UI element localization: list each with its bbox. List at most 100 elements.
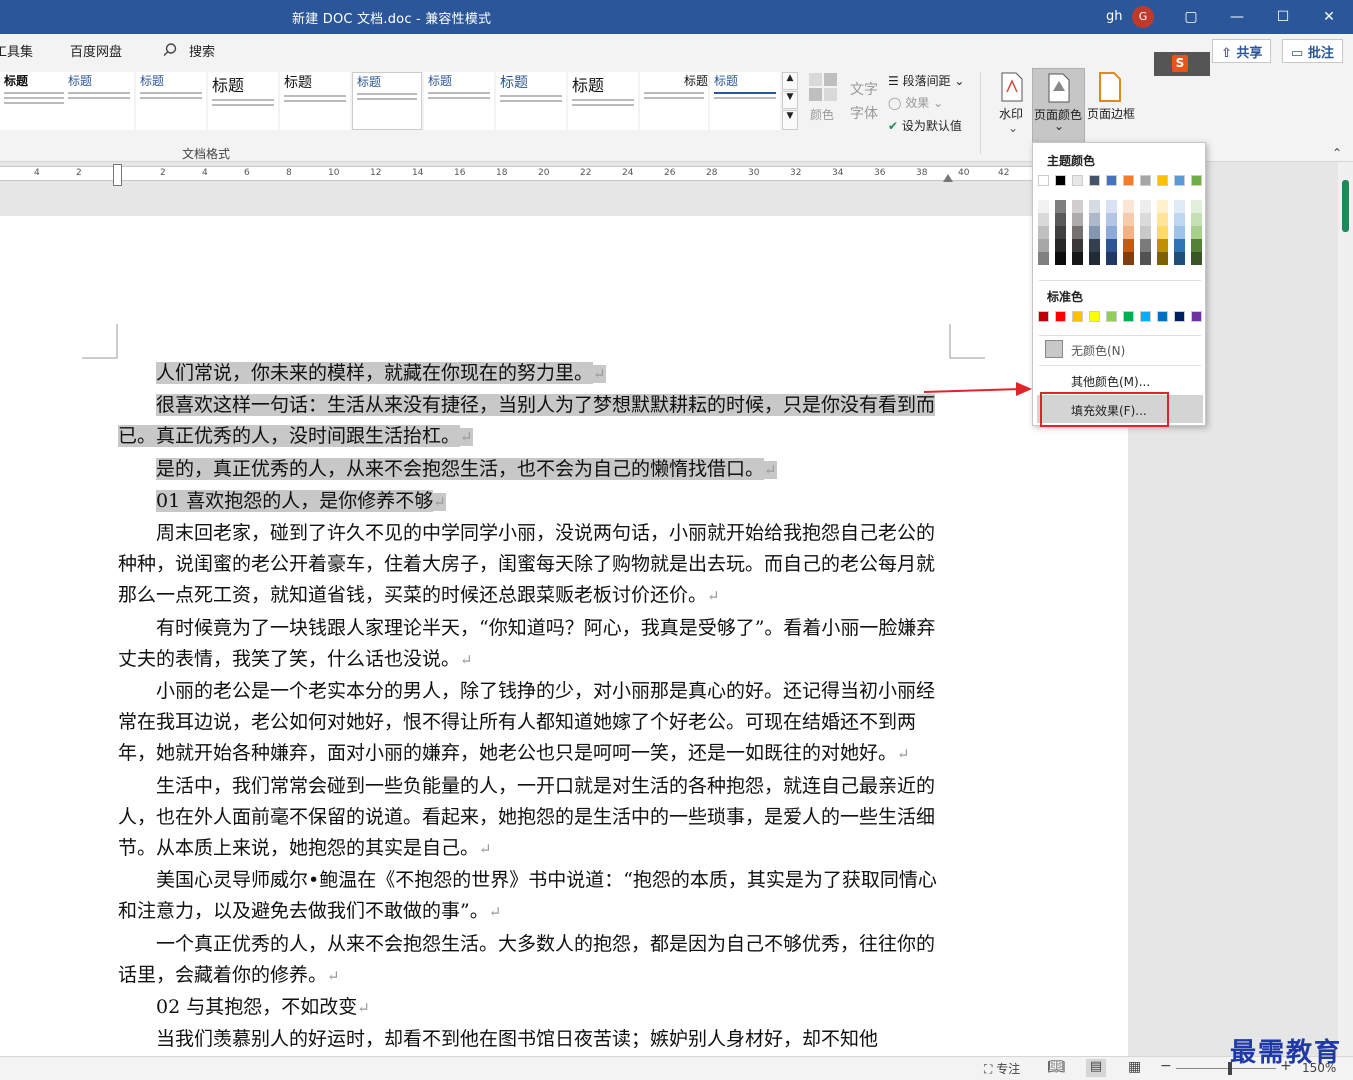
watermark-icon[interactable] bbox=[1000, 72, 1024, 102]
read-mode-icon[interactable]: 📖︎ bbox=[1047, 1059, 1065, 1075]
watermark-button[interactable]: 水印 bbox=[999, 105, 1023, 122]
color-swatch[interactable] bbox=[1174, 239, 1185, 252]
color-swatch[interactable] bbox=[1089, 213, 1100, 226]
color-swatch[interactable] bbox=[1157, 175, 1168, 186]
colors-icon[interactable] bbox=[808, 72, 838, 102]
color-swatch[interactable] bbox=[1072, 200, 1083, 213]
color-swatch[interactable] bbox=[1140, 311, 1151, 322]
gallery-more-button[interactable]: ▼ bbox=[782, 110, 798, 130]
gallery-style[interactable]: 标题 bbox=[568, 72, 638, 130]
minimize-button[interactable]: — bbox=[1222, 4, 1252, 30]
fonts-button[interactable]: 文字 字体 bbox=[850, 78, 880, 126]
color-swatch[interactable] bbox=[1089, 226, 1100, 239]
color-swatch[interactable] bbox=[1157, 239, 1168, 252]
print-layout-icon[interactable]: ▤ bbox=[1086, 1059, 1106, 1077]
color-swatch[interactable] bbox=[1038, 239, 1049, 252]
color-swatch[interactable] bbox=[1089, 239, 1100, 252]
color-swatch[interactable] bbox=[1072, 311, 1083, 322]
color-swatch[interactable] bbox=[1191, 239, 1202, 252]
color-swatch[interactable] bbox=[1106, 311, 1117, 322]
color-swatch[interactable] bbox=[1191, 200, 1202, 213]
color-swatch[interactable] bbox=[1038, 200, 1049, 213]
maximize-button[interactable]: ☐ bbox=[1268, 4, 1298, 30]
color-swatch[interactable] bbox=[1089, 252, 1100, 265]
color-swatch[interactable] bbox=[1157, 226, 1168, 239]
color-swatch[interactable] bbox=[1174, 226, 1185, 239]
color-swatch[interactable] bbox=[1123, 213, 1134, 226]
gallery-scroll-down[interactable]: ▼ bbox=[782, 91, 798, 109]
color-swatch[interactable] bbox=[1123, 175, 1134, 186]
gallery-scroll-up[interactable]: ▲ bbox=[782, 72, 798, 90]
document-body[interactable]: 人们常说，你未来的模样，就藏在你现在的努力里。↵ 很喜欢这样一句话：生活从来没有… bbox=[118, 358, 948, 1048]
zoom-out-button[interactable]: − bbox=[1160, 1058, 1172, 1074]
color-swatch[interactable] bbox=[1072, 213, 1083, 226]
color-swatch[interactable] bbox=[1038, 252, 1049, 265]
indent-marker-icon[interactable] bbox=[113, 164, 122, 186]
color-swatch[interactable] bbox=[1055, 213, 1066, 226]
close-button[interactable]: ✕ bbox=[1314, 4, 1344, 30]
color-swatch[interactable] bbox=[1157, 311, 1168, 322]
color-swatch[interactable] bbox=[1123, 200, 1134, 213]
color-swatch[interactable] bbox=[1106, 252, 1117, 265]
ribbon-display-icon[interactable]: ▢ bbox=[1176, 4, 1206, 30]
color-swatch[interactable] bbox=[1072, 239, 1083, 252]
chevron-down-icon[interactable]: ⌄ bbox=[1008, 121, 1018, 135]
color-swatch[interactable] bbox=[1123, 252, 1134, 265]
color-swatch[interactable] bbox=[1140, 213, 1151, 226]
color-swatch[interactable] bbox=[1089, 175, 1100, 186]
gallery-style[interactable]: 标题 bbox=[496, 72, 566, 130]
gallery-style[interactable]: 标题 bbox=[352, 72, 422, 130]
page-color-button[interactable]: 页面颜色 ⌄ bbox=[1032, 68, 1085, 144]
color-swatch[interactable] bbox=[1106, 239, 1117, 252]
color-swatch[interactable] bbox=[1072, 252, 1083, 265]
gallery-style[interactable]: 标题 bbox=[640, 72, 708, 130]
color-swatch[interactable] bbox=[1174, 200, 1185, 213]
gallery-style[interactable]: 标题 bbox=[0, 72, 70, 130]
gallery-style[interactable]: 标题 bbox=[208, 72, 278, 130]
color-swatch[interactable] bbox=[1140, 252, 1151, 265]
color-swatch[interactable] bbox=[1123, 311, 1134, 322]
color-swatch[interactable] bbox=[1191, 175, 1202, 186]
ime-toolbar[interactable]: S bbox=[1154, 52, 1210, 76]
comments-button[interactable]: ▭ 批注 bbox=[1282, 39, 1343, 63]
share-button[interactable]: ⇧ 共享 bbox=[1212, 39, 1272, 63]
color-swatch[interactable] bbox=[1157, 252, 1168, 265]
color-swatch[interactable] bbox=[1089, 311, 1100, 322]
gallery-style[interactable]: 标题 bbox=[64, 72, 134, 130]
page-border-button[interactable]: 页面边框 bbox=[1087, 105, 1135, 122]
tab-baidu-netdisk[interactable]: 百度网盘 bbox=[70, 41, 122, 60]
colors-button[interactable]: 颜色 bbox=[810, 106, 834, 123]
color-swatch[interactable] bbox=[1157, 213, 1168, 226]
tab-toolset[interactable]: 工具集 bbox=[0, 41, 33, 60]
color-swatch[interactable] bbox=[1106, 200, 1117, 213]
color-swatch[interactable] bbox=[1055, 311, 1066, 322]
color-swatch[interactable] bbox=[1089, 200, 1100, 213]
color-swatch[interactable] bbox=[1174, 311, 1185, 322]
gallery-style[interactable]: 标题 bbox=[280, 72, 350, 130]
color-swatch[interactable] bbox=[1038, 226, 1049, 239]
gallery-style[interactable]: 标题 bbox=[136, 72, 206, 130]
paragraph-spacing-button[interactable]: ☰ 段落间距 ⌄ bbox=[888, 72, 964, 89]
color-swatch[interactable] bbox=[1072, 226, 1083, 239]
color-swatch[interactable] bbox=[1106, 226, 1117, 239]
gallery-style[interactable]: 标题 bbox=[424, 72, 494, 130]
color-swatch[interactable] bbox=[1055, 200, 1066, 213]
scrollbar-thumb[interactable] bbox=[1342, 180, 1349, 232]
color-swatch[interactable] bbox=[1140, 239, 1151, 252]
set-default-button[interactable]: ✔ 设为默认值 bbox=[888, 117, 962, 134]
color-swatch[interactable] bbox=[1106, 175, 1117, 186]
right-indent-marker-icon[interactable] bbox=[943, 174, 953, 182]
vertical-scrollbar[interactable] bbox=[1338, 162, 1353, 1056]
more-colors-item[interactable]: 其他颜色(M)... bbox=[1033, 369, 1205, 391]
color-swatch[interactable] bbox=[1038, 311, 1049, 322]
color-swatch[interactable] bbox=[1140, 175, 1151, 186]
gallery-style[interactable]: 标题 bbox=[710, 72, 780, 130]
color-swatch[interactable] bbox=[1174, 175, 1185, 186]
no-color-item[interactable]: 无颜色(N) bbox=[1033, 339, 1205, 361]
color-swatch[interactable] bbox=[1157, 200, 1168, 213]
collapse-ribbon-icon[interactable]: ⌃ bbox=[1332, 146, 1342, 160]
color-swatch[interactable] bbox=[1191, 226, 1202, 239]
avatar[interactable]: G bbox=[1132, 6, 1154, 28]
color-swatch[interactable] bbox=[1055, 175, 1066, 186]
focus-mode-button[interactable]: ⛶ 专注 bbox=[984, 1060, 1020, 1077]
